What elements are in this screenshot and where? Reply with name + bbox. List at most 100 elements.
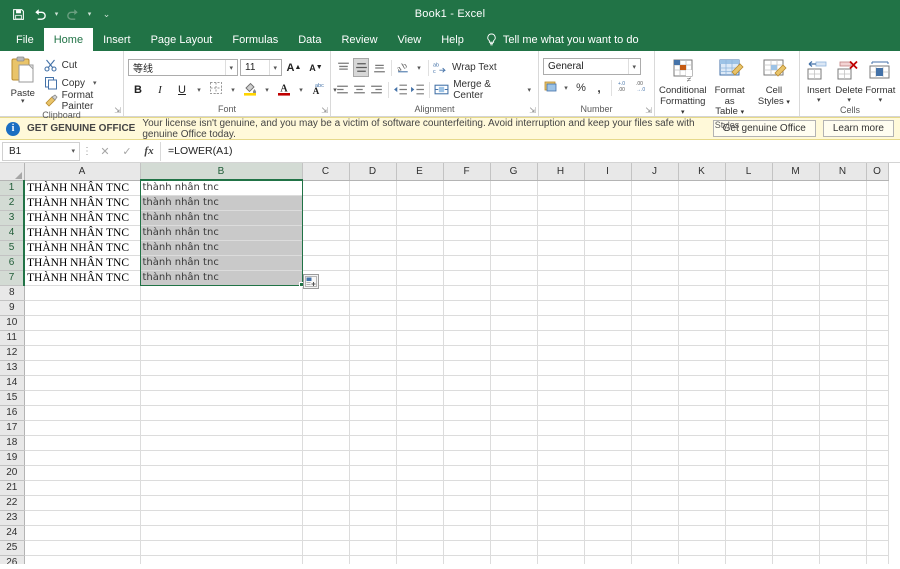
font-color-dropdown-icon[interactable]: ▾: [296, 80, 306, 99]
cell-M24[interactable]: [772, 525, 820, 541]
cell-I5[interactable]: [584, 240, 632, 256]
cell-H5[interactable]: [537, 240, 585, 256]
cell-A17[interactable]: [24, 420, 141, 436]
delete-dropdown-icon[interactable]: ▾: [847, 97, 851, 104]
merge-dropdown-icon[interactable]: ▾: [525, 80, 534, 99]
number-dialog-launcher[interactable]: ⇲: [645, 106, 652, 115]
learn-more-button[interactable]: Learn more: [822, 120, 894, 137]
cell-K24[interactable]: [678, 525, 726, 541]
cell-L25[interactable]: [725, 540, 773, 556]
cell-M1[interactable]: [772, 180, 820, 196]
cell-G23[interactable]: [490, 510, 538, 526]
cell-H21[interactable]: [537, 480, 585, 496]
cell-M7[interactable]: [772, 270, 820, 286]
cell-H20[interactable]: [537, 465, 585, 481]
row-header-7[interactable]: 7: [0, 270, 25, 286]
cell-O13[interactable]: [866, 360, 889, 376]
cell-D17[interactable]: [349, 420, 397, 436]
column-header-j[interactable]: J: [631, 163, 679, 181]
insert-cells-button[interactable]: Insert ▾: [804, 55, 833, 104]
row-header-3[interactable]: 3: [0, 210, 25, 226]
cell-L24[interactable]: [725, 525, 773, 541]
cell-B21[interactable]: [140, 480, 303, 496]
cell-J15[interactable]: [631, 390, 679, 406]
cell-N6[interactable]: [819, 255, 867, 271]
cell-F5[interactable]: [443, 240, 491, 256]
cell-D16[interactable]: [349, 405, 397, 421]
row-header-21[interactable]: 21: [0, 480, 25, 496]
row-header-14[interactable]: 14: [0, 375, 25, 391]
wrap-text-button[interactable]: ab c Wrap Text: [433, 58, 501, 77]
cell-N8[interactable]: [819, 285, 867, 301]
cell-K7[interactable]: [678, 270, 726, 286]
cell-B12[interactable]: [140, 345, 303, 361]
cell-E15[interactable]: [396, 390, 444, 406]
cell-K13[interactable]: [678, 360, 726, 376]
cell-N7[interactable]: [819, 270, 867, 286]
column-header-e[interactable]: E: [396, 163, 444, 181]
column-header-i[interactable]: I: [584, 163, 632, 181]
cell-E3[interactable]: [396, 210, 444, 226]
cell-F17[interactable]: [443, 420, 491, 436]
undo-dropdown-icon[interactable]: ▾: [52, 10, 61, 18]
cell-O8[interactable]: [866, 285, 889, 301]
cell-O19[interactable]: [866, 450, 889, 466]
cell-E13[interactable]: [396, 360, 444, 376]
cell-K26[interactable]: [678, 555, 726, 564]
row-header-2[interactable]: 2: [0, 195, 25, 211]
cell-B18[interactable]: [140, 435, 303, 451]
tab-review[interactable]: Review: [331, 28, 387, 51]
cell-I16[interactable]: [584, 405, 632, 421]
row-header-22[interactable]: 22: [0, 495, 25, 511]
cell-D7[interactable]: [349, 270, 397, 286]
cell-N24[interactable]: [819, 525, 867, 541]
cell-H8[interactable]: [537, 285, 585, 301]
cell-M25[interactable]: [772, 540, 820, 556]
row-header-9[interactable]: 9: [0, 300, 25, 316]
cell-G9[interactable]: [490, 300, 538, 316]
row-header-8[interactable]: 8: [0, 285, 25, 301]
increase-font-size-button[interactable]: A ▲: [284, 58, 304, 77]
cell-G1[interactable]: [490, 180, 538, 196]
cell-F21[interactable]: [443, 480, 491, 496]
cell-H26[interactable]: [537, 555, 585, 564]
cell-B25[interactable]: [140, 540, 303, 556]
font-color-button[interactable]: A: [274, 80, 294, 99]
cell-G26[interactable]: [490, 555, 538, 564]
cell-C10[interactable]: [302, 315, 350, 331]
cell-G13[interactable]: [490, 360, 538, 376]
cell-B15[interactable]: [140, 390, 303, 406]
cell-H13[interactable]: [537, 360, 585, 376]
cell-N26[interactable]: [819, 555, 867, 564]
cell-L1[interactable]: [725, 180, 773, 196]
cell-G16[interactable]: [490, 405, 538, 421]
cell-F19[interactable]: [443, 450, 491, 466]
cell-J12[interactable]: [631, 345, 679, 361]
cell-A12[interactable]: [24, 345, 141, 361]
cell-J26[interactable]: [631, 555, 679, 564]
cell-K6[interactable]: [678, 255, 726, 271]
align-middle-button[interactable]: [353, 58, 369, 77]
cell-B1[interactable]: thành nhân tnc: [140, 180, 303, 196]
cell-B2[interactable]: thành nhân tnc: [140, 195, 303, 211]
cell-H2[interactable]: [537, 195, 585, 211]
cell-O22[interactable]: [866, 495, 889, 511]
row-header-18[interactable]: 18: [0, 435, 25, 451]
phonetic-guide-button[interactable]: abc A: [308, 80, 328, 99]
chevron-down-icon[interactable]: ▾: [225, 60, 235, 75]
cell-B23[interactable]: [140, 510, 303, 526]
cell-K11[interactable]: [678, 330, 726, 346]
copy-dropdown-icon[interactable]: ▾: [93, 79, 97, 87]
cell-F23[interactable]: [443, 510, 491, 526]
cell-I23[interactable]: [584, 510, 632, 526]
cell-M16[interactable]: [772, 405, 820, 421]
cell-O21[interactable]: [866, 480, 889, 496]
cell-L17[interactable]: [725, 420, 773, 436]
cell-I10[interactable]: [584, 315, 632, 331]
cell-B20[interactable]: [140, 465, 303, 481]
cell-C20[interactable]: [302, 465, 350, 481]
cell-J19[interactable]: [631, 450, 679, 466]
cell-C26[interactable]: [302, 555, 350, 564]
cell-M5[interactable]: [772, 240, 820, 256]
cell-N25[interactable]: [819, 540, 867, 556]
